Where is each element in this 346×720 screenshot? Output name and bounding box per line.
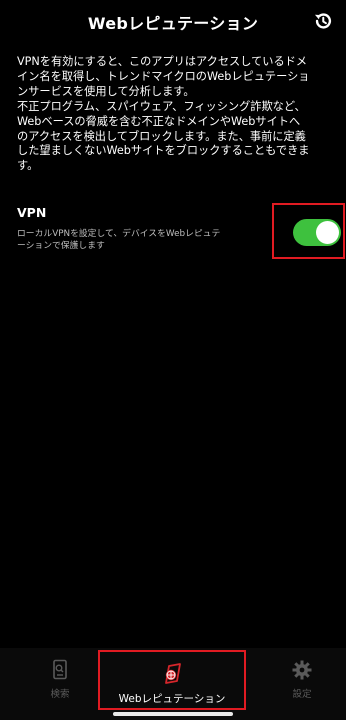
- home-indicator: [113, 712, 233, 716]
- tab-web-reputation[interactable]: Webレピュテーション: [98, 650, 246, 710]
- page-title: Webレピュテーション: [87, 14, 259, 33]
- history-icon: [314, 13, 332, 29]
- vpn-title: VPN: [17, 205, 47, 220]
- tab-label-settings: 設定: [292, 689, 312, 700]
- bottom-tab-bar: 検索 Webレピュテーション 設定: [0, 648, 346, 720]
- vpn-subtitle: ローカルVPNを設定して、デバイスをWebレピュテ ーションで保護します: [17, 229, 221, 251]
- header: Webレピュテーション: [0, 0, 346, 44]
- gear-icon: [292, 660, 312, 680]
- tab-label-web-reputation: Webレピュテーション: [118, 693, 226, 705]
- toggle-knob: [316, 221, 339, 244]
- tab-search[interactable]: 検索: [40, 648, 80, 708]
- web-reputation-icon: [165, 663, 181, 684]
- tab-label-search: 検索: [50, 689, 70, 700]
- vpn-toggle[interactable]: [293, 219, 341, 246]
- search-phone-icon: [53, 659, 67, 680]
- history-button[interactable]: [310, 8, 336, 34]
- description-text: VPNを有効にすると、このアプリはアクセスしているドメ イン名を取得し、トレンド…: [17, 55, 310, 173]
- tab-settings[interactable]: 設定: [282, 648, 322, 708]
